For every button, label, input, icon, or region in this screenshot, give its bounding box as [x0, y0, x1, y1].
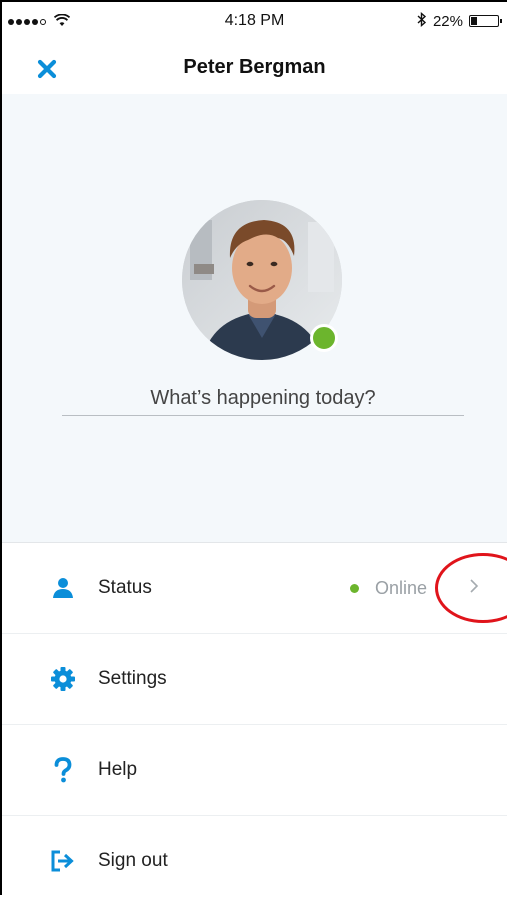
avatar-container[interactable]	[182, 200, 342, 360]
menu-item-label: Settings	[98, 668, 167, 689]
menu-item-settings[interactable]: Settings	[2, 634, 507, 725]
presence-online-dot	[310, 324, 338, 352]
nav-bar: Peter Bergman	[2, 42, 507, 94]
sign-out-icon	[50, 848, 76, 874]
mood-message-input[interactable]	[62, 382, 464, 416]
menu-item-label: Help	[98, 759, 138, 780]
bluetooth-icon	[417, 11, 427, 30]
status-bar: 4:18 PM 22%	[2, 2, 507, 42]
menu-item-sign-out[interactable]: Sign out	[2, 816, 507, 895]
online-dot-icon	[349, 583, 359, 593]
menu-item-status[interactable]: Status Online	[2, 543, 507, 634]
status-value: Online	[349, 577, 427, 599]
status-value-text: Online	[374, 577, 427, 598]
gear-icon	[50, 666, 76, 692]
chevron-right-icon[interactable]	[469, 577, 479, 600]
phone-screen: 4:18 PM 22% Peter Bergman What’s happeni…	[0, 0, 507, 895]
profile-section	[2, 94, 507, 543]
menu-item-help[interactable]: Help	[2, 725, 507, 816]
battery-icon	[469, 15, 502, 27]
menu-item-label: Status	[98, 577, 152, 598]
menu-list: Status Online Settings Help Sign out	[2, 543, 507, 895]
question-icon	[50, 757, 76, 783]
menu-item-label: Sign out	[98, 850, 168, 871]
battery-percent: 22%	[432, 12, 463, 30]
status-bar-right: 22%	[417, 11, 502, 30]
page-title: Peter Bergman	[183, 56, 326, 78]
person-icon	[50, 575, 76, 601]
battery-level	[471, 17, 477, 25]
